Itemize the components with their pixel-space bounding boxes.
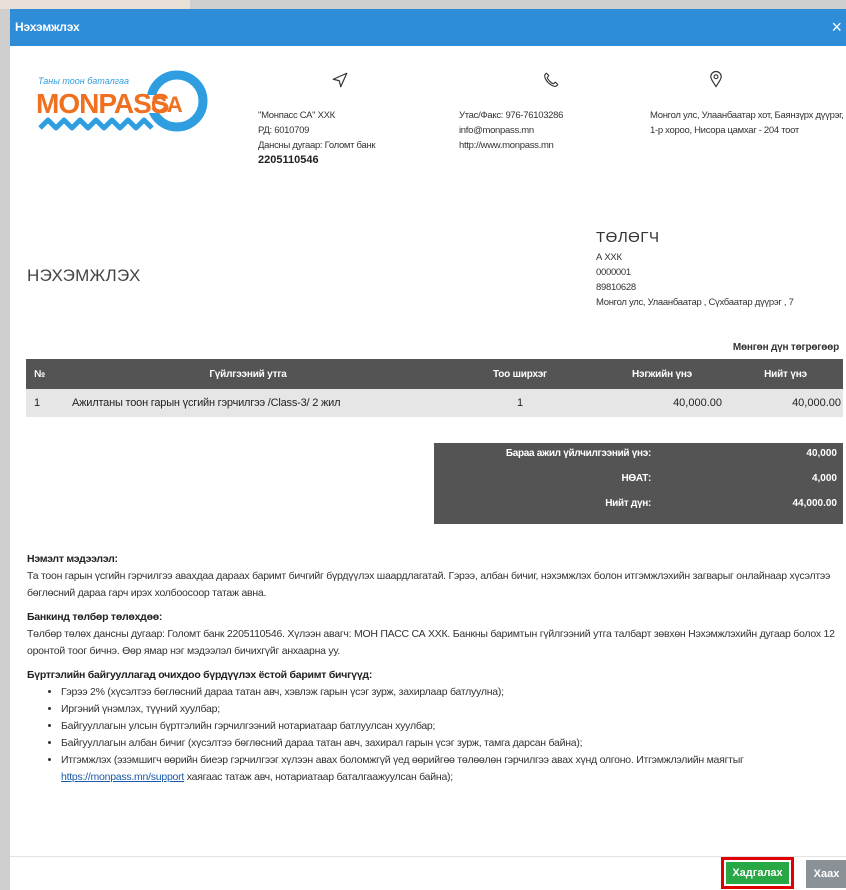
table-header-row: № Гүйлгээний утга Тоо ширхэг Нэгжийн үнэ…: [26, 359, 843, 389]
list-item: Гэрээ 2% (хүсэлтээ бөглөсний дараа татан…: [61, 684, 837, 701]
payer-block: ТӨЛӨГЧ А ХХК 0000001 89810628 Монгол улс…: [596, 228, 846, 310]
doc5-text: Итгэмжлэх (эзэмшигч өөрийн биеэр гэрчилг…: [61, 754, 744, 766]
phone-icon: [544, 72, 559, 87]
company-info: "Монпасс СА" ХХК РД: 6010709 Дансны дуга…: [258, 108, 428, 168]
save-button-highlight: Хадгалах: [721, 857, 794, 889]
currency-note: Мөнгөн дүн төгрөгөөр: [732, 342, 839, 353]
col-header-description: Гүйлгээний утга: [52, 359, 444, 389]
payer-phone: 89810628: [596, 282, 636, 293]
address-line: Монгол улс, Улаанбаатар хот, Баянзүрх дү…: [650, 110, 844, 136]
payer-heading: ТӨЛӨГЧ: [596, 229, 660, 246]
account-number: 2205110546: [258, 154, 319, 166]
summary-box: Бараа ажил үйлчилгээний үнэ: 40,000 НӨАТ…: [434, 443, 843, 524]
close-button[interactable]: Хаах: [806, 860, 846, 888]
col-header-number: №: [26, 359, 52, 389]
payer-code: 0000001: [596, 267, 631, 278]
summary-subtotal-row: Бараа ажил үйлчилгээний үнэ: 40,000: [434, 448, 843, 468]
location-icon: [710, 70, 722, 88]
company-name: "Монпасс СА" ХХК: [258, 110, 335, 121]
notes-section: Нэмэлт мэдээлэл: Та тоон гарын үсгийн гэ…: [27, 551, 837, 786]
total-value: 44,000.00: [792, 498, 838, 509]
payer-address: Монгол улс, Улаанбаатар , Сүхбаатар дүүр…: [596, 297, 794, 308]
support-link[interactable]: https://monpass.mn/support: [61, 771, 184, 783]
col-header-total: Нийт үнэ: [728, 359, 843, 389]
bank-payment-heading: Банкинд төлбөр төлөхдөө:: [27, 611, 163, 623]
payer-name: А ХХК: [596, 252, 622, 263]
cell-total: 40,000.00: [728, 389, 843, 417]
contact-email: info@monpass.mn: [459, 125, 534, 136]
summary-total-row: Нийт дүн: 44,000.00: [434, 498, 843, 518]
invoice-title: НЭХЭМЖЛЭХ: [27, 266, 141, 285]
contact-phone: Утас/Факс: 976-76103286: [459, 110, 564, 121]
summary-vat-row: НӨАТ: 4,000: [434, 473, 843, 493]
company-address: Монгол улс, Улаанбаатар хот, Баянзүрх дү…: [650, 108, 845, 138]
contact-info: Утас/Факс: 976-76103286 info@monpass.mn …: [459, 108, 629, 153]
account-label: Дансны дугаар: Голомт банк: [258, 140, 376, 151]
required-docs-heading: Бүртгэлийн байгууллагад очихдоо бүрдүүлэ…: [27, 669, 373, 681]
logo-brand: MONPASS: [36, 88, 169, 119]
bank-payment-text: Төлбөр төлөх дансны дугаар: Голомт банк …: [27, 628, 835, 657]
cell-quantity: 1: [444, 389, 596, 417]
logo-suffix: CA: [151, 92, 183, 117]
extra-info-heading: Нэмэлт мэдээлэл:: [27, 553, 118, 565]
cell-description: Ажилтаны тоон гарын үсгийн гэрчилгээ /Cl…: [52, 389, 444, 417]
extra-info-text: Та тоон гарын үсгийн гэрчилгээ авахдаа д…: [27, 570, 831, 599]
cell-number: 1: [26, 389, 52, 417]
list-item: Байгууллагын улсын бүртгэлийн гэрчилгээн…: [61, 718, 837, 735]
modal-title: Нэхэмжлэх: [15, 20, 80, 34]
subtotal-label: Бараа ажил үйлчилгээний үнэ:: [505, 448, 651, 459]
monpass-logo: Таны тоон баталгаа MONPASS CA: [36, 70, 208, 132]
close-icon[interactable]: ×: [831, 18, 842, 36]
list-item: Иргэний үнэмлэх, түүний хуулбар;: [61, 701, 837, 718]
modal-footer: Хадгалах Хаах: [10, 856, 846, 890]
required-docs-list: Гэрээ 2% (хүсэлтээ бөглөсний дараа татан…: [61, 684, 837, 786]
vat-label: НӨАТ:: [621, 473, 651, 484]
send-icon: [332, 72, 348, 88]
contact-web: http://www.monpass.mn: [459, 140, 554, 151]
modal-body: Таны тоон баталгаа MONPASS CA "Монпасс С…: [10, 46, 846, 856]
save-button[interactable]: Хадгалах: [726, 862, 789, 884]
logo-tagline: Таны тоон баталгаа: [38, 76, 129, 86]
list-item: Итгэмжлэх (эзэмшигч өөрийн биеэр гэрчилг…: [61, 752, 837, 786]
subtotal-value: 40,000: [806, 448, 837, 459]
total-label: Нийт дүн:: [605, 498, 651, 509]
modal-header: Нэхэмжлэх ×: [10, 9, 846, 46]
invoice-items-table: № Гүйлгээний утга Тоо ширхэг Нэгжийн үнэ…: [26, 359, 843, 417]
table-row: 1 Ажилтаны тоон гарын үсгийн гэрчилгээ /…: [26, 389, 843, 417]
backdrop-strip: [0, 0, 190, 9]
vat-value: 4,000: [811, 473, 837, 484]
list-item: Байгууллагын албан бичиг (хүсэлтээ бөглө…: [61, 735, 837, 752]
cell-unit-price: 40,000.00: [596, 389, 728, 417]
invoice-modal: Нэхэмжлэх × Таны тоон баталгаа MONPASS C…: [9, 9, 846, 890]
doc5-tail: хаягаас татаж авч, нотариатаар баталгааж…: [184, 771, 453, 783]
col-header-quantity: Тоо ширхэг: [444, 359, 596, 389]
col-header-unit-price: Нэгжийн үнэ: [596, 359, 728, 389]
company-reg: РД: 6010709: [258, 125, 310, 136]
